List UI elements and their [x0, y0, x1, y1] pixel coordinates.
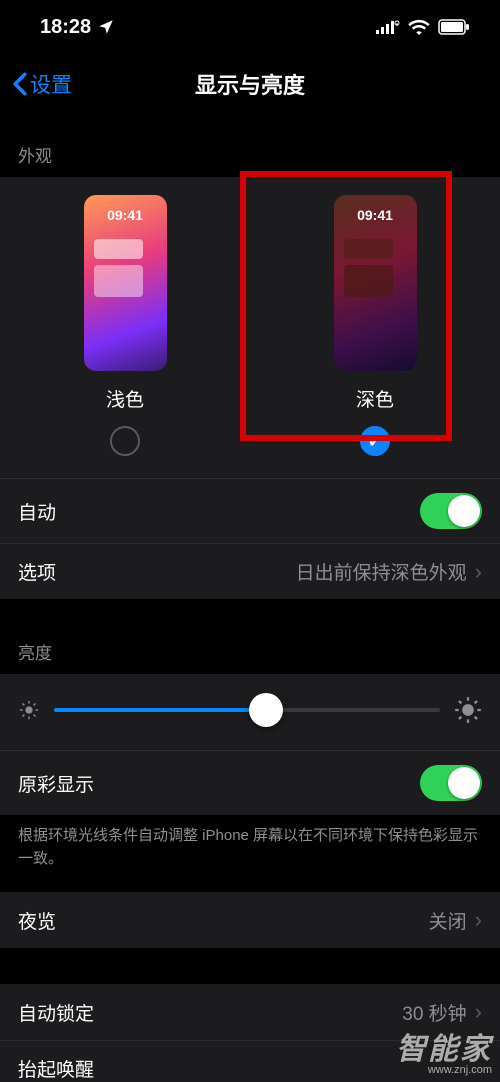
nightshift-label: 夜览 — [18, 907, 56, 934]
light-label: 浅色 — [106, 385, 144, 412]
brightness-slider[interactable] — [54, 708, 440, 712]
appearance-row: 09:41 浅色 09:41 深色 — [0, 177, 500, 478]
slider-thumb[interactable] — [249, 693, 283, 727]
status-right — [376, 19, 470, 35]
sun-low-icon — [18, 699, 40, 721]
truetone-label: 原彩显示 — [18, 770, 94, 797]
back-label: 设置 — [30, 69, 72, 99]
dark-preview: 09:41 — [334, 195, 417, 371]
brightness-slider-row — [0, 674, 500, 750]
chevron-left-icon — [12, 72, 28, 96]
preview-widget — [94, 265, 143, 297]
options-value: 日出前保持深色外观 — [296, 558, 467, 585]
sun-high-icon — [454, 696, 482, 724]
preview-widget — [344, 265, 393, 297]
truetone-footer: 根据环境光线条件自动调整 iPhone 屏幕以在不同环境下保持色彩显示一致。 — [0, 815, 500, 892]
back-button[interactable]: 设置 — [12, 69, 72, 99]
page-title: 显示与亮度 — [0, 68, 500, 100]
truetone-row: 原彩显示 — [0, 750, 500, 815]
autolock-value: 30 秒钟 — [402, 999, 466, 1026]
autolock-row[interactable]: 自动锁定 30 秒钟 › — [0, 984, 500, 1040]
watermark-url: www.znj.com — [396, 1065, 492, 1076]
cellular-icon — [376, 20, 400, 34]
options-row[interactable]: 选项 日出前保持深色外观 › — [0, 543, 500, 599]
auto-label: 自动 — [18, 498, 56, 525]
appearance-header: 外观 — [0, 114, 500, 177]
status-bar: 18:28 — [0, 0, 500, 54]
appearance-group: 09:41 浅色 09:41 深色 自动 选项 日出前保持深色外观 › — [0, 177, 500, 599]
nightshift-value: 关闭 — [429, 907, 467, 934]
preview-time: 09:41 — [84, 207, 167, 223]
watermark-brand: 智能家 — [396, 1035, 492, 1065]
nav-bar: 设置 显示与亮度 — [0, 54, 500, 114]
nightshift-row[interactable]: 夜览 关闭 › — [0, 892, 500, 948]
appearance-option-light[interactable]: 09:41 浅色 — [0, 195, 250, 456]
location-arrow-icon — [97, 18, 115, 36]
dark-radio[interactable] — [360, 426, 390, 456]
slider-fill — [54, 708, 266, 712]
auto-row: 自动 — [0, 478, 500, 543]
dark-label: 深色 — [356, 385, 394, 412]
brightness-header: 亮度 — [0, 599, 500, 674]
nightshift-group: 夜览 关闭 › — [0, 892, 500, 948]
chevron-right-icon: › — [475, 999, 482, 1025]
appearance-option-dark[interactable]: 09:41 深色 — [250, 195, 500, 456]
preview-widget — [94, 239, 143, 259]
truetone-toggle[interactable] — [420, 765, 482, 801]
light-preview: 09:41 — [84, 195, 167, 371]
watermark: 智能家 www.znj.com — [396, 1035, 492, 1076]
chevron-right-icon: › — [475, 907, 482, 933]
preview-widget — [344, 239, 393, 259]
auto-toggle[interactable] — [420, 493, 482, 529]
autolock-label: 自动锁定 — [18, 999, 94, 1026]
chevron-right-icon: › — [475, 559, 482, 585]
status-left: 18:28 — [40, 16, 115, 39]
wifi-icon — [408, 19, 430, 35]
brightness-group: 原彩显示 — [0, 674, 500, 815]
options-label: 选项 — [18, 558, 56, 585]
battery-icon — [438, 19, 470, 35]
preview-time: 09:41 — [334, 207, 417, 223]
light-radio[interactable] — [110, 426, 140, 456]
raise-label: 抬起唤醒 — [18, 1055, 94, 1082]
status-time: 18:28 — [40, 16, 91, 39]
